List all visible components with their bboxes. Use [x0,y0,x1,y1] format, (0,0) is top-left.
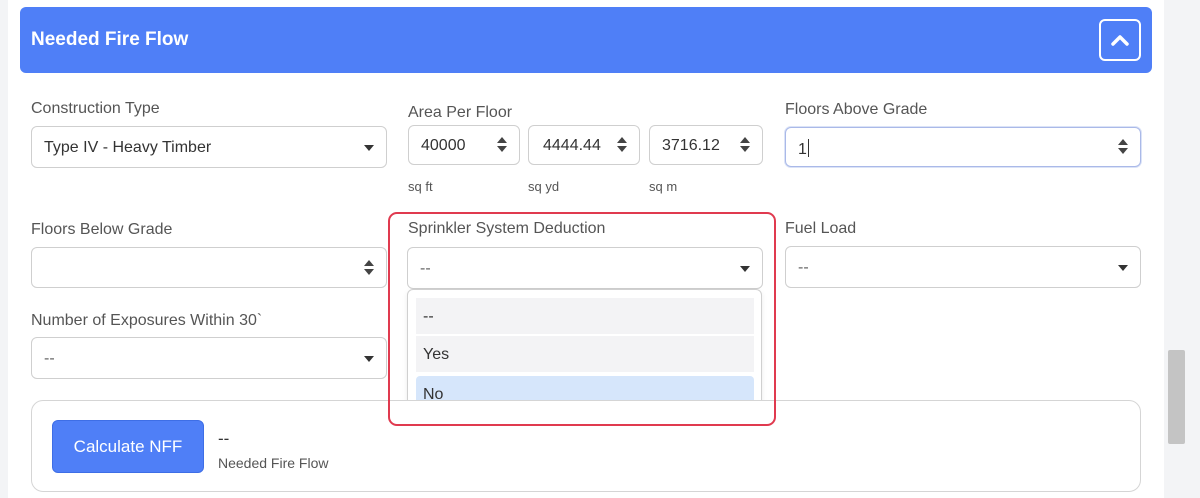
result-label: Needed Fire Flow [218,455,329,471]
chevron-down-icon [1118,265,1128,271]
floors-above-grade-input[interactable]: 1 [785,127,1141,167]
area-sq-yd-input[interactable]: 4444.44 [528,125,640,165]
chevron-down-icon [364,145,374,151]
exposures-label: Number of Exposures Within 30` [31,312,263,329]
result-panel: Calculate NFF -- Needed Fire Flow [31,400,1141,492]
collapse-button[interactable] [1099,19,1141,61]
section-header: Needed Fire Flow [20,7,1152,73]
area-sq-yd-value: 4444.44 [543,137,601,154]
option-none[interactable]: -- [416,298,754,334]
sq-ft-unit: sq ft [408,179,433,194]
chevron-down-icon [740,266,750,272]
result-value: -- [218,429,230,448]
floors-below-grade-input[interactable] [31,247,387,288]
floors-above-grade-label: Floors Above Grade [785,101,928,118]
construction-type-select[interactable]: Type IV - Heavy Timber [31,126,387,168]
sq-yd-unit: sq yd [528,179,560,194]
exposures-select[interactable]: -- [31,337,387,379]
sprinkler-label: Sprinkler System Deduction [408,220,606,237]
scrollbar-thumb[interactable] [1168,350,1185,444]
sprinkler-value: -- [420,260,431,277]
calculate-nff-button[interactable]: Calculate NFF [52,420,204,473]
chevron-down-icon [364,356,374,362]
option-yes[interactable]: Yes [416,336,754,372]
area-sq-m-value: 3716.12 [662,137,720,154]
area-sq-m-input[interactable]: 3716.12 [649,125,763,165]
area-sq-ft-value: 40000 [421,137,466,154]
spinner-icon[interactable] [1118,139,1128,156]
fuel-load-select[interactable]: -- [785,246,1141,288]
area-per-floor-label: Area Per Floor [408,104,513,121]
spinner-icon[interactable] [497,137,507,154]
area-sq-ft-input[interactable]: 40000 [408,125,520,165]
construction-type-label: Construction Type [31,100,160,117]
sprinkler-select[interactable]: -- [407,247,763,289]
spinner-icon[interactable] [364,260,374,277]
fuel-load-value: -- [798,259,809,276]
spinner-icon[interactable] [740,137,750,154]
chevron-up-icon [1111,35,1129,46]
fuel-load-label: Fuel Load [785,220,857,237]
floors-above-grade-value: 1 [798,141,807,158]
floors-below-grade-label: Floors Below Grade [31,221,173,238]
spinner-icon[interactable] [617,137,627,154]
section-title: Needed Fire Flow [31,29,189,50]
construction-type-value: Type IV - Heavy Timber [44,139,212,156]
text-cursor [807,139,809,157]
sq-m-unit: sq m [649,179,678,194]
exposures-value: -- [44,350,55,367]
